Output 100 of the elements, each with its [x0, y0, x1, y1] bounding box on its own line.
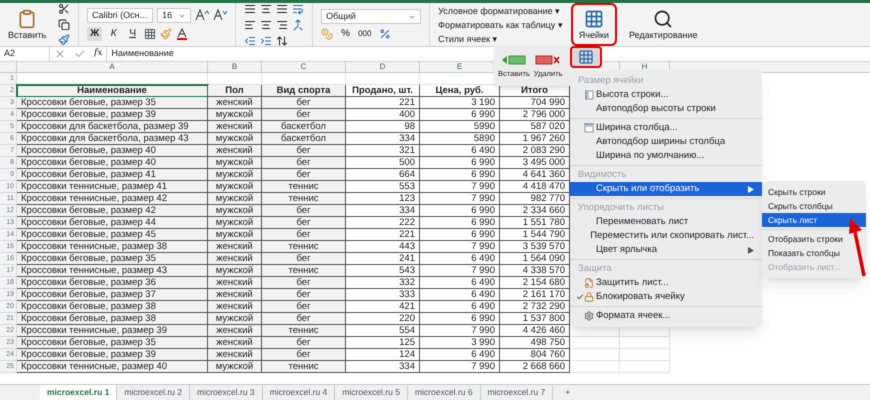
table-cell: 421	[399, 302, 415, 312]
table-cell: 4 641 360	[522, 170, 565, 180]
menu-item[interactable]: Высота строки...	[570, 88, 762, 102]
table-cell: 7 990	[471, 194, 495, 204]
merge-icon[interactable]	[292, 18, 304, 30]
menu-item[interactable]: Скрыть строки	[762, 185, 866, 199]
menu-item[interactable]: Ширина столбца...	[570, 121, 762, 135]
table-cell: 6 990	[471, 230, 495, 240]
table-cell: мужской	[216, 230, 254, 240]
table-cell: 7 990	[471, 362, 495, 372]
table-cell: Кроссовки беговые, размер 36	[21, 278, 156, 288]
name-box[interactable]: A2	[0, 47, 50, 61]
format-painter-icon[interactable]	[58, 34, 70, 46]
column-header[interactable]: H	[642, 63, 648, 71]
copy-icon[interactable]	[58, 18, 70, 30]
sheet-tab[interactable]: microexcel.ru 6	[408, 385, 481, 400]
column-header[interactable]: C	[300, 63, 306, 71]
table-cell: женский	[216, 146, 253, 156]
menu-item[interactable]: Переместить или скопировать лист...	[570, 229, 762, 243]
grow-font-icon[interactable]	[195, 8, 210, 22]
table-cell: бег	[296, 110, 311, 120]
enter-icon[interactable]	[74, 48, 86, 60]
table-cell: женский	[216, 122, 253, 132]
indent-increase-icon[interactable]	[260, 34, 272, 46]
shrink-font-icon[interactable]	[213, 8, 228, 22]
cells-icon	[584, 9, 604, 29]
table-cell: Кроссовки для баскетбола, размер 43	[21, 134, 189, 144]
align-bottom-icon[interactable]	[276, 2, 288, 14]
table-cell: 553	[399, 182, 415, 192]
align-left-icon[interactable]	[244, 18, 256, 30]
editing-button[interactable]: Редактирование	[624, 3, 702, 46]
cancel-icon[interactable]	[54, 48, 66, 60]
cells-button[interactable]: Ячейки	[570, 3, 617, 46]
sheet-tab[interactable]: microexcel.ru 7	[480, 385, 554, 400]
thousands-button[interactable]: 000	[358, 30, 372, 38]
align-top-icon[interactable]	[244, 2, 256, 14]
orientation-icon[interactable]	[276, 34, 288, 46]
column-header[interactable]: D	[380, 63, 386, 71]
menu-item[interactable]: Отобразить строки	[762, 232, 866, 246]
table-cell: бег	[296, 158, 311, 168]
function-label[interactable]: fx	[94, 47, 102, 61]
sheet-tab[interactable]: microexcel.ru 1	[40, 385, 118, 400]
sheet-tab[interactable]: microexcel.ru 2	[117, 385, 190, 400]
menu-item[interactable]: Блокировать ячейку	[570, 290, 762, 304]
menu-item[interactable]: Защитить лист...	[570, 276, 762, 290]
menu-item[interactable]: Переименовать лист	[570, 215, 762, 229]
italic-button[interactable]: К	[106, 27, 122, 41]
add-sheet-button[interactable]: +	[553, 385, 582, 400]
percent-button[interactable]: %	[341, 29, 350, 39]
font-color-icon[interactable]	[176, 28, 188, 40]
menu-item[interactable]: Цвет ярлычка	[570, 243, 762, 257]
table-cell: 2 083 290	[522, 146, 565, 156]
paste-button[interactable]: Вставить	[4, 3, 50, 46]
styles-menu-button[interactable]: Условное форматирование ▾	[438, 4, 563, 16]
borders-icon[interactable]	[144, 28, 156, 40]
table-cell: 98	[404, 122, 415, 132]
align-middle-icon[interactable]	[260, 2, 272, 14]
fill-color-icon[interactable]	[160, 28, 172, 40]
table-cell: 125	[399, 338, 415, 348]
indent-decrease-icon[interactable]	[244, 34, 256, 46]
cut-icon[interactable]	[58, 3, 70, 15]
bold-button[interactable]: Ж	[87, 27, 102, 41]
table-cell: теннис	[288, 326, 319, 336]
menu-item[interactable]: Скрыть или отобразить	[570, 182, 762, 196]
table-cell: 6 990	[471, 314, 495, 324]
font-select[interactable]: Calibri (Осн...	[87, 8, 154, 23]
protect-sheet-icon	[584, 278, 594, 288]
styles-menu-button[interactable]: Стили ячеек ▾	[438, 32, 563, 44]
format-button[interactable]	[570, 46, 602, 68]
wrap-text-icon[interactable]	[292, 2, 304, 14]
insert-cells-icon	[500, 54, 527, 66]
pointer-arrow	[846, 216, 868, 278]
table-cell: женский	[216, 278, 253, 288]
table-cell: мужской	[216, 158, 254, 168]
menu-item[interactable]: Показать столбцы	[762, 246, 866, 260]
font-size-select[interactable]: 16	[157, 8, 192, 23]
menu-item[interactable]: Скрыть столбцы	[762, 199, 866, 213]
align-center-icon[interactable]	[260, 18, 272, 30]
underline-button[interactable]: Ч	[125, 27, 140, 41]
menu-item[interactable]: Автоподбор ширины столбца	[570, 135, 762, 149]
menu-item[interactable]: Формата ячеек...	[570, 309, 762, 323]
column-header[interactable]: E	[456, 63, 462, 71]
styles-menu-button[interactable]: Форматировать как таблицу ▾	[438, 18, 563, 30]
table-cell: мужской	[216, 170, 254, 180]
table-cell: Кроссовки беговые, размер 40	[21, 146, 156, 156]
sheet-tab[interactable]: microexcel.ru 4	[262, 385, 336, 400]
table-cell: теннис	[288, 362, 319, 372]
column-header[interactable]: A	[109, 63, 115, 71]
menu-item[interactable]: Ширина по умолчанию...	[570, 149, 762, 163]
menu-item[interactable]: Автоподбор высоты строки	[570, 102, 762, 116]
column-header[interactable]: B	[232, 63, 238, 71]
align-right-icon[interactable]	[276, 18, 288, 30]
table-cell: 443	[399, 242, 415, 252]
sheet-tab[interactable]: microexcel.ru 3	[190, 385, 263, 400]
sheet-tab[interactable]: microexcel.ru 5	[335, 385, 408, 400]
menu-item[interactable]: Скрыть лист	[762, 213, 866, 227]
table-cell: бег	[296, 98, 311, 108]
table-cell: мужской	[216, 110, 254, 120]
table-cell: бег	[296, 170, 311, 180]
number-format-select[interactable]: Общий	[321, 9, 422, 24]
